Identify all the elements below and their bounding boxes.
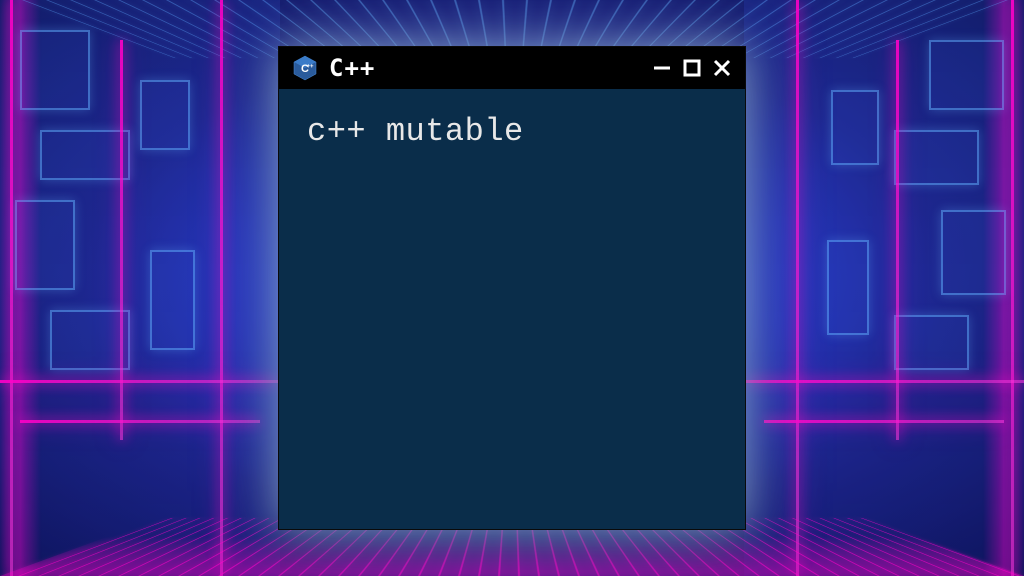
close-button[interactable] — [711, 57, 733, 79]
terminal-content[interactable]: c++ mutable — [279, 89, 745, 529]
window-controls — [651, 57, 733, 79]
cpp-hexagon-icon: C ++ — [291, 54, 319, 82]
svg-text:++: ++ — [306, 64, 314, 70]
titlebar[interactable]: C ++ C++ — [279, 47, 745, 89]
terminal-window: C ++ C++ c++ mutable — [278, 46, 746, 530]
window-title: C++ — [329, 54, 641, 82]
code-line: c++ mutable — [307, 113, 717, 150]
maximize-button[interactable] — [681, 57, 703, 79]
minimize-button[interactable] — [651, 57, 673, 79]
